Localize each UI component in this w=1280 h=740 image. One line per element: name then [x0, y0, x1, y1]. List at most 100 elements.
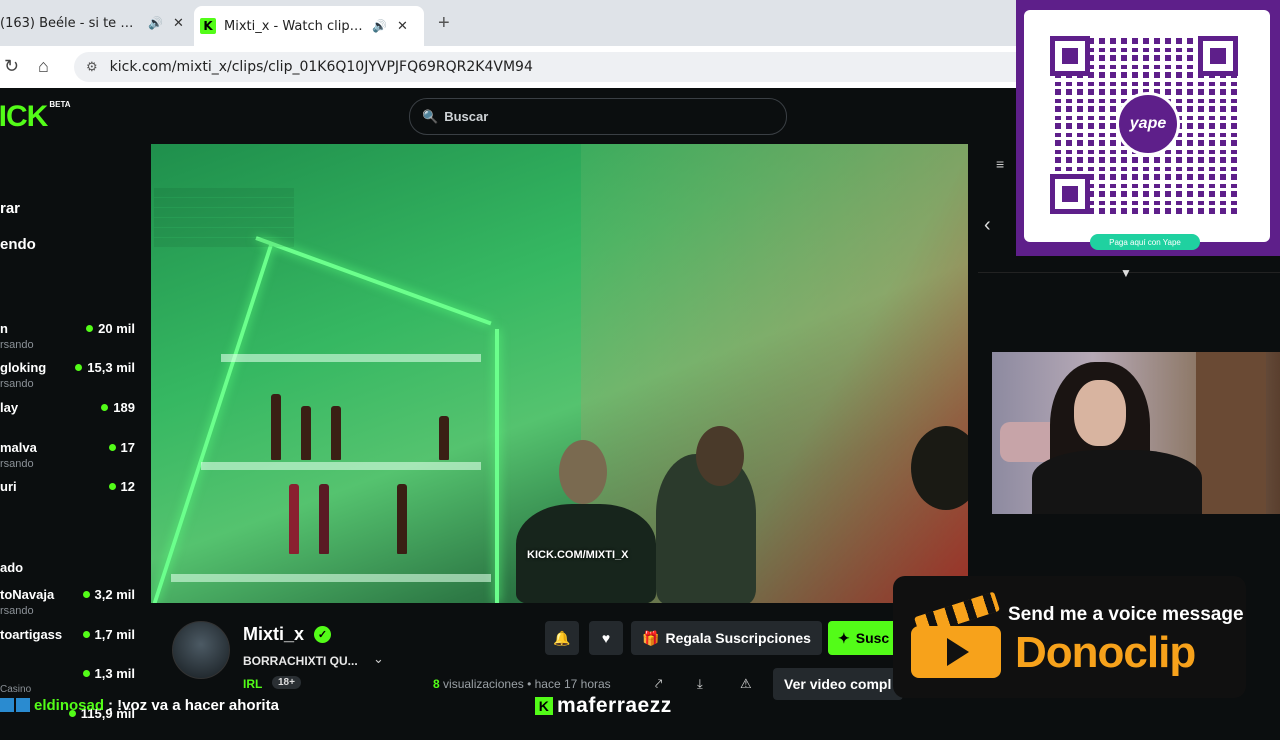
live-dot-icon [108, 444, 116, 451]
stream-title: BORRACHIXTI QU... [243, 654, 358, 668]
video-person-head [559, 440, 607, 504]
home-icon[interactable]: ⌂ [38, 56, 49, 77]
download-icon[interactable]: ⤓ [697, 676, 703, 692]
refresh-icon[interactable]: ↻ [4, 56, 19, 77]
tab-title: Mixti_x - Watch clips on Kick [224, 18, 364, 34]
views-count: 8 [433, 677, 440, 691]
sidebar: rar endo n rsando 20 mil gloking rsando … [0, 140, 145, 721]
mature-badge: 18+ [272, 676, 301, 689]
plus-icon[interactable]: + [438, 12, 450, 35]
clip-age: • hace 17 horas [527, 677, 611, 691]
kick-logo[interactable]: KICKBETA [0, 100, 71, 134]
search-input[interactable]: 🔍 Buscar [409, 98, 787, 135]
video-shelf [201, 462, 481, 470]
url-field[interactable]: ⚙ kick.com/mixti_x/clips/clip_01K6Q10JYV… [74, 52, 1034, 82]
chat-badges [0, 698, 30, 712]
tune-icon[interactable]: ⚙ [86, 59, 98, 75]
live-dot-icon [82, 631, 90, 638]
logo-text: KICK [0, 100, 48, 133]
video-watermark: KICK.COM/MIXTI_X [527, 549, 629, 561]
viewer-count: 15,3 mil [75, 360, 135, 375]
channel-status: rsando [0, 378, 34, 390]
viewer-count: 12 [108, 479, 135, 494]
donoclip-logo-text: Donoclip [1015, 628, 1196, 677]
channel-name[interactable]: Mixti_x [243, 624, 304, 645]
sidebar-nav-explorar[interactable]: rar [0, 200, 20, 217]
chat-username: eldinosad [34, 696, 105, 714]
clip-stats: 8 visualizaciones • hace 17 horas [433, 677, 611, 691]
channel-name: lay [0, 400, 19, 415]
kick-k-icon: K [535, 697, 553, 715]
star-icon: ✦ [838, 629, 850, 646]
channel-name: gloking [0, 360, 47, 375]
sidebar-channel[interactable]: uri 12 [0, 479, 135, 513]
bell-icon[interactable]: 🔔 [545, 621, 579, 655]
gift-icon: 🎁 [642, 629, 660, 646]
viewer-count: 1,3 mil [82, 666, 135, 681]
qr-finder [1198, 36, 1238, 76]
live-dot-icon [82, 591, 90, 598]
close-icon[interactable]: ✕ [397, 19, 408, 34]
video-bottle [301, 406, 311, 460]
category-link[interactable]: IRL [243, 677, 262, 691]
share-icon[interactable]: ⤤ [655, 676, 662, 692]
yape-logo: yape [1116, 92, 1180, 156]
chevron-down-icon[interactable]: ⌄ [373, 651, 384, 667]
sidebar-nav-siguiendo[interactable]: endo [0, 236, 36, 253]
qr-finder [1050, 36, 1090, 76]
video-player[interactable]: KICK.COM/MIXTI_X [151, 144, 968, 603]
webcam-person-face [1074, 380, 1126, 446]
speaker-icon[interactable]: 🔊 [372, 19, 387, 33]
beta-label: BETA [49, 100, 71, 109]
gift-label: Regala Suscripciones [665, 630, 811, 646]
video-neon-light [495, 329, 499, 603]
full-video-button[interactable]: Ver video compl [773, 668, 903, 700]
webcam-overlay [992, 352, 1280, 514]
video-bottle [271, 394, 281, 460]
menu-icon[interactable]: ▼ [1120, 266, 1132, 280]
warning-icon[interactable]: ⚠ [740, 676, 752, 692]
tab-title: (163) Beéle - si te pillara ( [0, 15, 140, 31]
video-shelf [171, 574, 491, 582]
gift-subs-button[interactable]: 🎁 Regala Suscripciones [631, 621, 822, 655]
video-bottle [397, 484, 407, 554]
chat-message: eldinosad : !voz va a hacer ahorita [0, 694, 279, 716]
close-icon[interactable]: ✕ [173, 16, 184, 31]
watermark-text: maferraezz [557, 694, 672, 717]
video-shelf [221, 354, 481, 362]
channel-name: uri [0, 479, 17, 494]
speaker-icon[interactable]: 🔊 [148, 16, 163, 30]
qr-finder [1050, 174, 1090, 214]
sidebar-channel[interactable]: toNavaja rsando 3,2 mil [0, 587, 135, 621]
subscribe-label: Susc [855, 630, 890, 646]
collapse-icon[interactable]: ≡ [996, 156, 1004, 172]
channel-status: rsando [0, 458, 34, 470]
avatar[interactable] [172, 621, 230, 679]
live-dot-icon [101, 404, 109, 411]
sidebar-channel[interactable]: gloking rsando 15,3 mil [0, 360, 135, 394]
channel-status: rsando [0, 605, 34, 617]
donoclip-tagline: Send me a voice message [1008, 604, 1244, 625]
sidebar-channel[interactable]: toartigass 1,7 mil [0, 627, 135, 661]
channel-name: malva [0, 440, 37, 455]
sidebar-channel[interactable]: n rsando 20 mil [0, 321, 135, 355]
video-person-head [696, 426, 744, 486]
donoclip-overlay: Send me a voice message Donoclip [893, 576, 1246, 698]
badge-icon [16, 698, 30, 712]
badge-icon [0, 698, 14, 712]
clapperboard-icon [911, 591, 1001, 678]
video-neon-light [255, 236, 492, 326]
webcam-door [1196, 352, 1266, 514]
sidebar-channel[interactable]: malva rsando 17 [0, 440, 135, 474]
tab-kick[interactable]: K Mixti_x - Watch clips on Kick 🔊 ✕ [194, 6, 424, 46]
bottom-watermark: K maferraezz [535, 694, 672, 718]
viewer-count: 189 [101, 400, 135, 415]
video-bottle [331, 406, 341, 460]
back-icon[interactable]: ‹ [984, 214, 991, 237]
channel-name: n [0, 321, 8, 336]
views-label: visualizaciones [443, 677, 524, 691]
stream-chat-overlay [154, 188, 294, 248]
tab-youtube[interactable]: (163) Beéle - si te pillara ( 🔊 ✕ [0, 6, 190, 40]
sidebar-channel[interactable]: lay 189 [0, 400, 135, 434]
heart-icon[interactable]: ♥ [589, 621, 623, 655]
